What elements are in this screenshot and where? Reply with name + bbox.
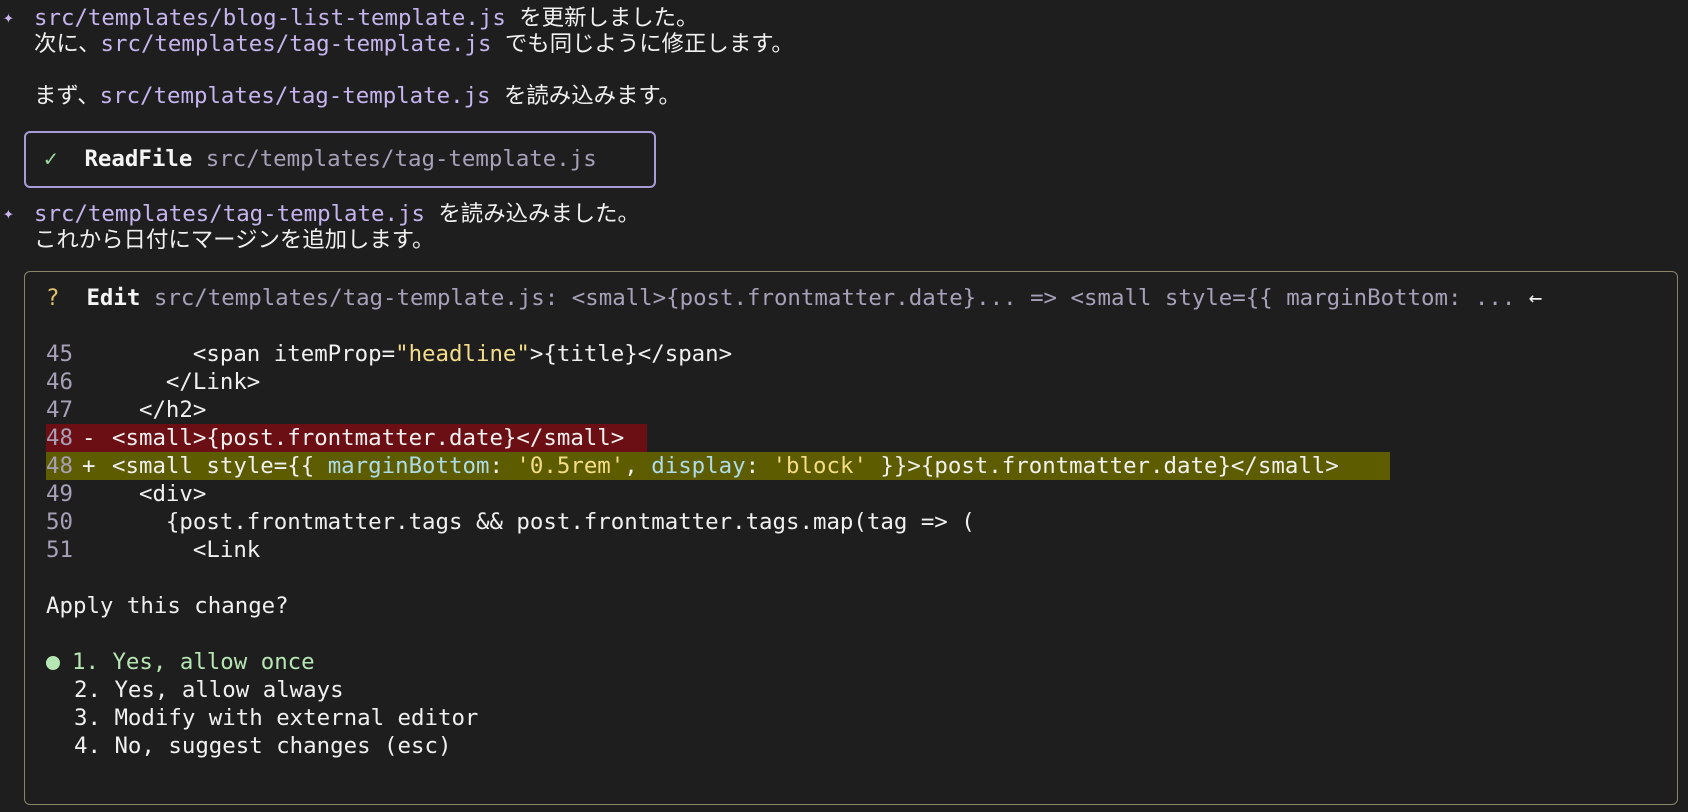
edit-summary: src/templates/tag-template.js: <small>{p… bbox=[153, 285, 1516, 311]
diff-line: 49 <div> bbox=[46, 480, 206, 508]
apply-prompt: Apply this change? bbox=[46, 593, 289, 619]
line-number: 48 bbox=[46, 453, 73, 479]
diff-line-added: 48 + <small style={{ marginBottom: '0.5rem… bbox=[46, 452, 1390, 480]
tool-argument: src/templates/tag-template.js bbox=[205, 146, 597, 172]
code-text: , bbox=[624, 453, 652, 479]
file-path: src/templates/tag-template.js bbox=[34, 201, 425, 227]
message-text: を読み込みます。 bbox=[490, 83, 681, 109]
option-label: 1. Yes, allow once bbox=[72, 649, 315, 675]
code-text: }}>{post.frontmatter.date}</small> bbox=[866, 453, 1339, 479]
message-text: でも同じように修正します。 bbox=[491, 31, 794, 57]
code-text: <Link bbox=[112, 537, 261, 563]
message-line: src/templates/tag-template.js を読み込みました。 bbox=[34, 200, 640, 228]
diff-line: 47 </h2> bbox=[46, 396, 206, 424]
code-string: '0.5rem' bbox=[516, 453, 625, 479]
diff-line-removed: 48- <small>{post.frontmatter.date}</small… bbox=[46, 424, 647, 452]
code-string: 'block' bbox=[772, 453, 867, 479]
diff-sign: - bbox=[82, 425, 96, 451]
option-external-editor[interactable]: 3. Modify with external editor bbox=[74, 704, 478, 732]
option-label: 4. No, suggest changes (esc) bbox=[74, 733, 452, 759]
message-text: まず、 bbox=[34, 83, 100, 109]
line-number: 49 bbox=[46, 481, 73, 507]
line-number: 46 bbox=[46, 369, 73, 395]
edit-tool-header: ? Edit src/templates/tag-template.js: <s… bbox=[46, 284, 1542, 312]
sparkle-icon: ✦ bbox=[3, 7, 14, 28]
diff-line: 51 <Link bbox=[46, 536, 260, 564]
code-text: <div> bbox=[112, 481, 207, 507]
message-text: 次に、 bbox=[34, 31, 101, 57]
line-number: 48 bbox=[46, 425, 73, 451]
message-text: を読み込みました。 bbox=[424, 201, 640, 227]
sparkle-icon: ✦ bbox=[3, 203, 14, 224]
code-property: marginBottom bbox=[327, 453, 490, 479]
arrow-left-icon: ← bbox=[1528, 285, 1543, 311]
check-icon: ✓ bbox=[44, 146, 58, 172]
diff-line: 46 </Link> bbox=[46, 368, 260, 396]
message-line: src/templates/blog-list-template.js を更新し… bbox=[34, 4, 698, 32]
option-label: 3. Modify with external editor bbox=[74, 705, 479, 731]
code-text: <span itemProp= bbox=[112, 341, 396, 367]
code-text: <small style={{ bbox=[112, 453, 328, 479]
diff-line: 50 {post.frontmatter.tags && post.frontm… bbox=[46, 508, 975, 536]
line-number: 50 bbox=[46, 509, 73, 535]
file-path: src/templates/tag-template.js bbox=[99, 83, 491, 109]
code-text: >{title}</span> bbox=[529, 341, 733, 367]
code-string: "headline" bbox=[395, 341, 530, 367]
message-line: まず、src/templates/tag-template.js を読み込みます… bbox=[34, 82, 681, 110]
message-text: を更新しました。 bbox=[505, 5, 699, 31]
selected-dot-icon bbox=[46, 656, 60, 670]
line-number: 47 bbox=[46, 397, 73, 423]
diff-line: 45 <span itemProp="headline">{title}</sp… bbox=[46, 340, 732, 368]
line-number: 45 bbox=[46, 341, 73, 367]
line-number: 51 bbox=[46, 537, 73, 563]
code-text: <small>{post.frontmatter.date}</small> bbox=[112, 425, 625, 451]
option-label: 2. Yes, allow always bbox=[74, 677, 344, 703]
question-icon: ? bbox=[46, 285, 60, 311]
message-line: 次に、src/templates/tag-template.js でも同じように… bbox=[34, 30, 794, 58]
file-path: src/templates/tag-template.js bbox=[100, 31, 492, 57]
tool-name: ReadFile bbox=[84, 146, 193, 172]
code-text: : bbox=[745, 453, 773, 479]
code-text: </Link> bbox=[112, 369, 261, 395]
diff-sign: + bbox=[82, 453, 96, 479]
option-allow-always[interactable]: 2. Yes, allow always bbox=[74, 676, 344, 704]
readfile-tool-line: ✓ ReadFile src/templates/tag-template.js bbox=[44, 145, 597, 173]
code-property: display bbox=[651, 453, 746, 479]
tool-name: Edit bbox=[86, 285, 141, 311]
message-line: これから日付にマージンを追加します。 bbox=[34, 227, 435, 253]
option-allow-once[interactable]: 1. Yes, allow once bbox=[46, 648, 315, 676]
file-path: src/templates/blog-list-template.js bbox=[34, 5, 506, 31]
code-text: {post.frontmatter.tags && post.frontmatt… bbox=[112, 509, 975, 535]
code-text: </h2> bbox=[112, 397, 207, 423]
option-suggest-changes[interactable]: 4. No, suggest changes (esc) bbox=[74, 732, 451, 760]
code-text: : bbox=[489, 453, 517, 479]
